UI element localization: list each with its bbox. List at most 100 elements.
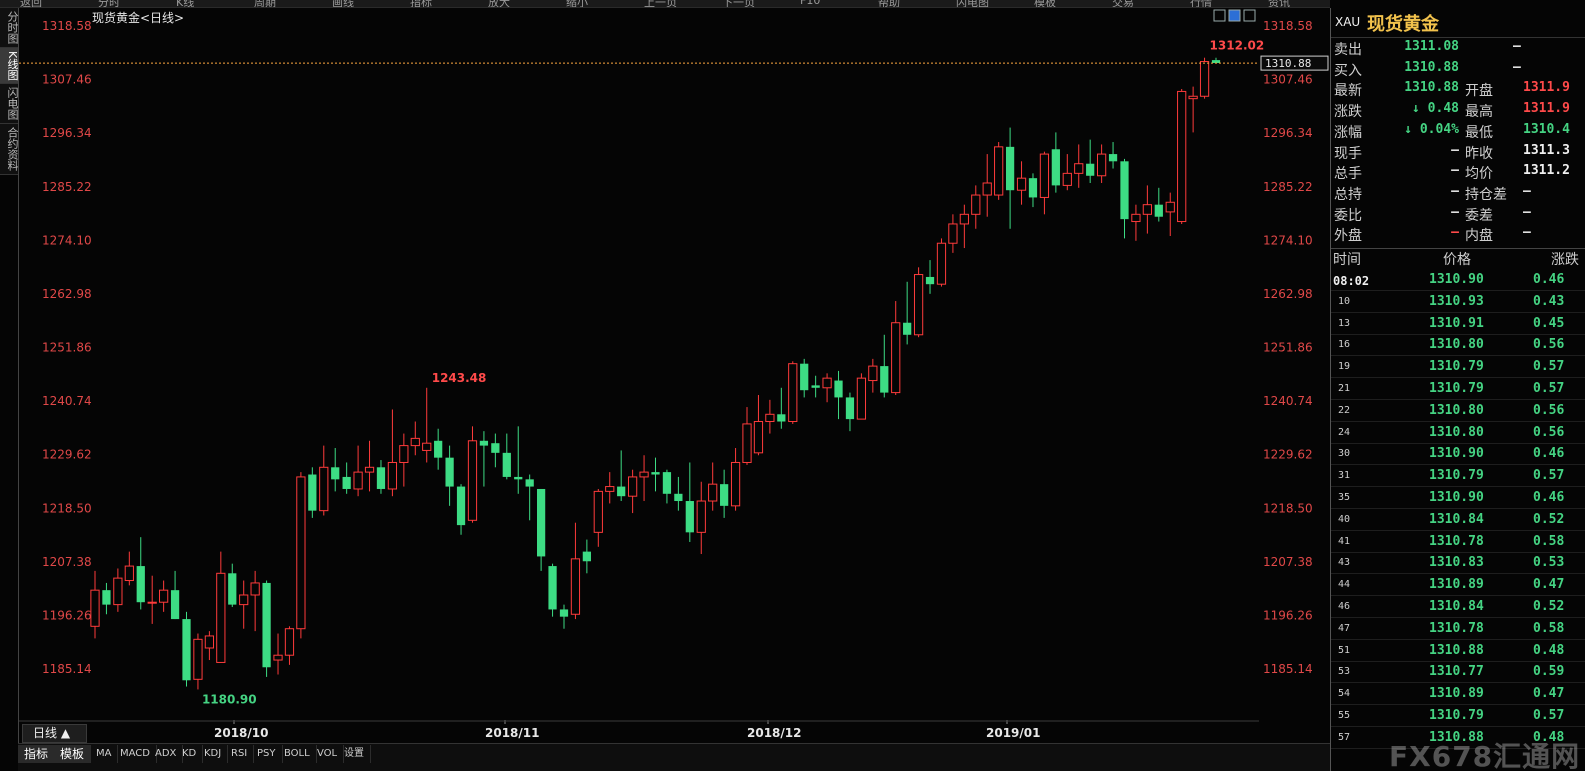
indicator-tab[interactable]: KDJ [198,745,229,763]
tick-price: 1310.80 [1429,402,1484,418]
indicator-tab[interactable]: RSI [225,745,255,763]
y-axis-label-left: 1274.10 [42,233,92,247]
quote-label: 开盘 [1465,83,1493,100]
indicator-tab[interactable]: 指标 [18,745,56,763]
candle-body [525,479,534,487]
indicator-tab[interactable]: 设置 [338,745,371,763]
watermark-logo: FX678汇通网 [1389,740,1581,771]
quote-value: — [1523,225,1531,241]
toolbar-item[interactable]: 缩小 [566,0,588,7]
toolbar-item[interactable]: 下一页 [722,0,755,7]
tick-price: 1310.90 [1429,490,1484,505]
y-axis-label-right: 1218.50 [1263,501,1313,515]
candle-body [387,461,398,490]
tick-change: 0.56 [1533,402,1565,418]
toolbar-item[interactable]: 返回 [20,0,42,7]
toolbar-item[interactable]: 上一页 [644,0,677,7]
tick-row: 10 1310.93 0.43 [1331,292,1585,313]
quote-row: 买入 1310.88 — [1331,60,1585,80]
toolbar-item[interactable]: 周期 [254,0,276,7]
tick-time: 13 [1338,317,1351,329]
toolbar-item[interactable]: 资讯 [1268,0,1290,7]
tick-row: 16 1310.80 0.56 [1331,335,1585,357]
y-axis-label-right: 1196.26 [1263,608,1313,622]
tick-price: 1310.93 [1429,293,1484,309]
x-axis-label: 2018/11 [485,726,539,740]
quote-row: 卖出 1311.08 — [1331,39,1585,59]
tick-change: 0.45 [1533,315,1565,331]
y-axis-label-right: 1262.98 [1263,287,1313,301]
candlestick-chart[interactable]: 1318.58 1318.58 1307.46 1307.46 1296.34 1296.… [19,8,1331,743]
candle-body [102,590,111,605]
candle-body [353,471,363,490]
candle-body [753,421,764,454]
left-tab[interactable]: 合约资料 [0,124,19,176]
symbol-code: XAU [1335,15,1361,29]
candle-body [868,365,878,382]
quote-value: 1311.3 [1523,142,1570,158]
kline-chart-area[interactable]: 现货黄金<日线> 1318.58 1318.58 1307.46 1307.46 129… [18,8,1330,743]
tick-price: 1310.79 [1429,708,1484,723]
tick-row: 46 1310.84 0.52 [1331,597,1585,618]
tick-price: 1310.88 [1429,642,1484,658]
left-tab[interactable]: 闪电图 [0,84,19,125]
tick-change: 0.47 [1533,686,1565,702]
toolbar-item[interactable]: K线 [176,0,194,7]
toolbar-item[interactable]: 交易 [1112,0,1134,7]
candle-body [1074,163,1084,174]
indicator-tabs-bar: 指标 模板 MA MACD ADX KD KDJ RSI PSY BOLL VOL 设置 [18,743,1330,771]
candle-body [1188,95,1198,100]
left-tab[interactable]: 分时图 [0,8,19,48]
tick-time: 44 [1338,579,1351,591]
candle-body [811,385,820,388]
candle-body [331,467,340,480]
period-select-button[interactable]: 日线 ▲ [22,724,87,743]
candle-body [628,476,638,497]
tick-change: 0.46 [1533,272,1565,287]
candle-body [662,472,672,494]
tick-time: 54 [1338,688,1351,700]
quote-value: 1311.9 [1523,101,1570,117]
candle-body [994,146,1004,196]
candle-body [273,654,283,661]
quote-value: 1311.2 [1523,163,1570,179]
tick-row: 30 1310.90 0.46 [1331,444,1585,466]
candle-body [800,363,809,391]
tick-row: 13 1310.91 0.45 [1331,314,1585,335]
quote-value: 1311.08 [1404,39,1459,54]
tick-time: 10 [1338,295,1351,307]
y-axis-label-left: 1307.46 [42,73,92,87]
toolbar-item[interactable]: 指标 [410,0,432,7]
candle-body [136,566,145,603]
candle-body [159,589,169,603]
toolbar-item[interactable]: 放大 [488,0,510,7]
left-tab[interactable]: K线图 [0,48,19,85]
tick-price: 1310.91 [1429,315,1484,331]
tick-row: 35 1310.90 0.46 [1331,488,1585,509]
toolbar-item[interactable]: 闪电图 [956,0,989,7]
quote-label: 卖出 [1334,42,1362,58]
toolbar-item[interactable]: 画线 [332,0,354,7]
toolbar-item[interactable]: 行情 [1190,0,1212,7]
candle-body [170,590,180,620]
candle-body [582,551,591,562]
indicator-tab[interactable]: 模板 [54,745,92,763]
quote-row: 涨跌 ↓ 0.48 最高 1311.9 [1331,101,1585,121]
toolbar-item[interactable]: 分时 [98,0,120,7]
tick-change: 0.43 [1533,293,1565,309]
candle-body [559,609,569,617]
tick-time: 08:02 [1333,274,1370,288]
local-high-annotation: 1243.48 [432,371,487,385]
tick-price: 1310.84 [1429,599,1484,614]
candle-body [342,476,351,489]
quote-label: 总持 [1334,186,1362,203]
toolbar-item[interactable]: F10 [800,0,820,7]
quote-label: 外盘 [1334,228,1362,245]
quote-row: 委比 — 委差 — [1331,205,1585,225]
toolbar-item[interactable]: 模板 [1034,0,1056,7]
candle-body [399,445,409,463]
y-axis-label-right: 1274.10 [1263,233,1313,247]
quote-label: 买入 [1334,62,1362,79]
toolbar-item[interactable]: 帮助 [878,0,900,7]
tick-price: 1310.83 [1429,555,1484,571]
